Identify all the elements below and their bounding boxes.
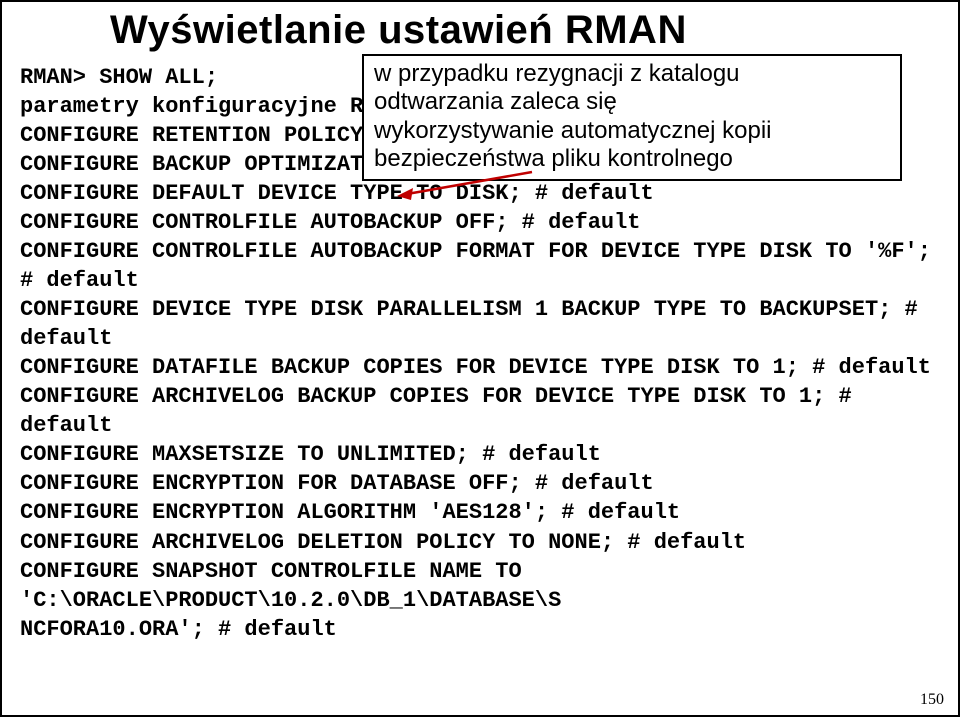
code-line: RMAN> SHOW ALL; [20, 65, 218, 90]
arrow-icon [397, 170, 537, 200]
code-line: NCFORA10.ORA'; # default [20, 617, 337, 642]
note-line-2: odtwarzania zaleca się [374, 88, 890, 116]
code-line: CONFIGURE ARCHIVELOG BACKUP COPIES FOR D… [20, 384, 865, 438]
note-line-4: bezpieczeństwa pliku kontrolnego [374, 145, 890, 173]
page-container: Wyświetlanie ustawień RMAN w przypadku r… [0, 0, 960, 717]
code-line: CONFIGURE CONTROLFILE AUTOBACKUP OFF; # … [20, 210, 641, 235]
code-line: parametry konfiguracyjne RMAN: [20, 94, 416, 119]
code-line: CONFIGURE ENCRYPTION FOR DATABASE OFF; #… [20, 471, 654, 496]
page-number: 150 [920, 691, 944, 709]
code-line: CONFIGURE DEFAULT DEVICE TYPE TO DISK; #… [20, 181, 654, 206]
code-line: CONFIGURE SNAPSHOT CONTROLFILE NAME TO '… [20, 559, 561, 613]
code-line: CONFIGURE MAXSETSIZE TO UNLIMITED; # def… [20, 442, 601, 467]
note-line-1: w przypadku rezygnacji z katalogu [374, 60, 890, 88]
slide-title: Wyświetlanie ustawień RMAN [110, 8, 940, 53]
code-line: CONFIGURE ENCRYPTION ALGORITHM 'AES128';… [20, 500, 680, 525]
code-line: CONFIGURE DEVICE TYPE DISK PARALLELISM 1… [20, 297, 931, 351]
code-line: CONFIGURE ARCHIVELOG DELETION POLICY TO … [20, 530, 746, 555]
code-line: CONFIGURE DATAFILE BACKUP COPIES FOR DEV… [20, 355, 931, 380]
note-line-3: wykorzystywanie automatycznej kopii [374, 117, 890, 145]
code-line: CONFIGURE CONTROLFILE AUTOBACKUP FORMAT … [20, 239, 944, 293]
note-box: w przypadku rezygnacji z katalogu odtwar… [362, 54, 902, 181]
